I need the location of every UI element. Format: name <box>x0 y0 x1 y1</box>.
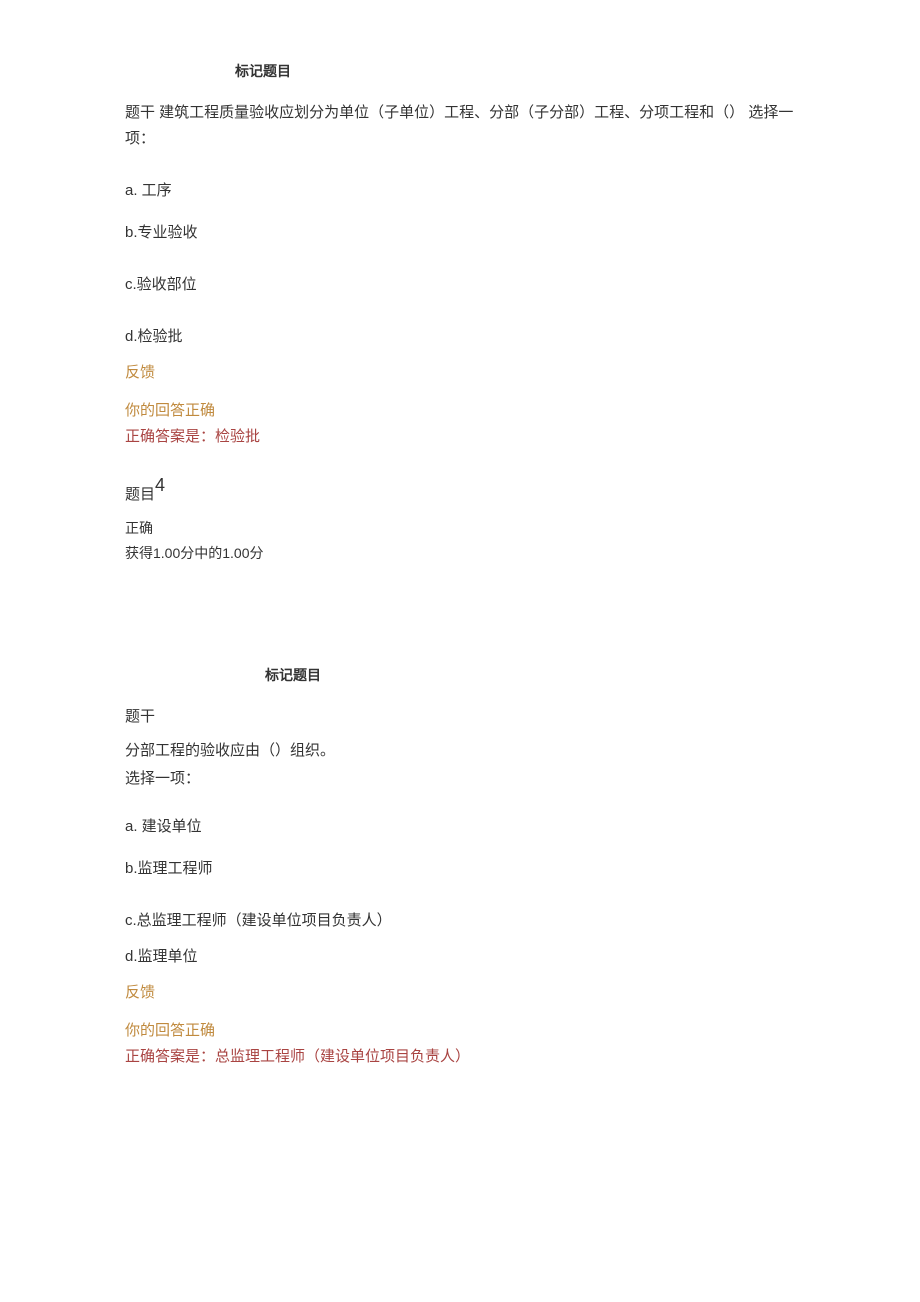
select-prompt: 选择一项： <box>125 767 795 791</box>
feedback-result: 你的回答正确 <box>125 1019 795 1043</box>
option-b[interactable]: b.监理工程师 <box>125 857 795 881</box>
feedback-result: 你的回答正确 <box>125 399 795 423</box>
option-c[interactable]: c.验收部位 <box>125 273 795 297</box>
option-d[interactable]: d.检验批 <box>125 325 795 349</box>
option-a[interactable]: a. 建设单位 <box>125 815 795 839</box>
question-stem: 题干 建筑工程质量验收应划分为单位（子单位）工程、分部（子分部）工程、分项工程和… <box>125 100 795 151</box>
stem-label: 题干 <box>125 705 795 729</box>
option-b[interactable]: b.专业验收 <box>125 221 795 245</box>
option-d[interactable]: d.监理单位 <box>125 945 795 969</box>
question-block-4: 题目4 正确 获得1.00分中的1.00分 标记题目 题干 分部工程的验收应由（… <box>125 473 795 1068</box>
question-stem: 分部工程的验收应由（）组织。 <box>125 739 795 763</box>
status-correct: 正确 <box>125 517 795 539</box>
option-a[interactable]: a. 工序 <box>125 179 795 203</box>
question-block-3: 标记题目 题干 建筑工程质量验收应划分为单位（子单位）工程、分部（子分部）工程、… <box>125 60 795 449</box>
correct-answer: 正确答案是：检验批 <box>125 425 795 449</box>
question-number-row: 题目4 <box>125 473 795 507</box>
question-number: 4 <box>155 475 165 495</box>
mark-question-label[interactable]: 标记题目 <box>265 664 795 686</box>
option-c[interactable]: c.总监理工程师（建设单位项目负责人） <box>125 909 795 933</box>
feedback-header: 反馈 <box>125 981 795 1005</box>
mark-question-label[interactable]: 标记题目 <box>235 60 795 82</box>
feedback-header: 反馈 <box>125 361 795 385</box>
question-label: 题目 <box>125 486 155 503</box>
score-line: 获得1.00分中的1.00分 <box>125 542 795 564</box>
correct-answer: 正确答案是：总监理工程师（建设单位项目负责人） <box>125 1045 795 1069</box>
